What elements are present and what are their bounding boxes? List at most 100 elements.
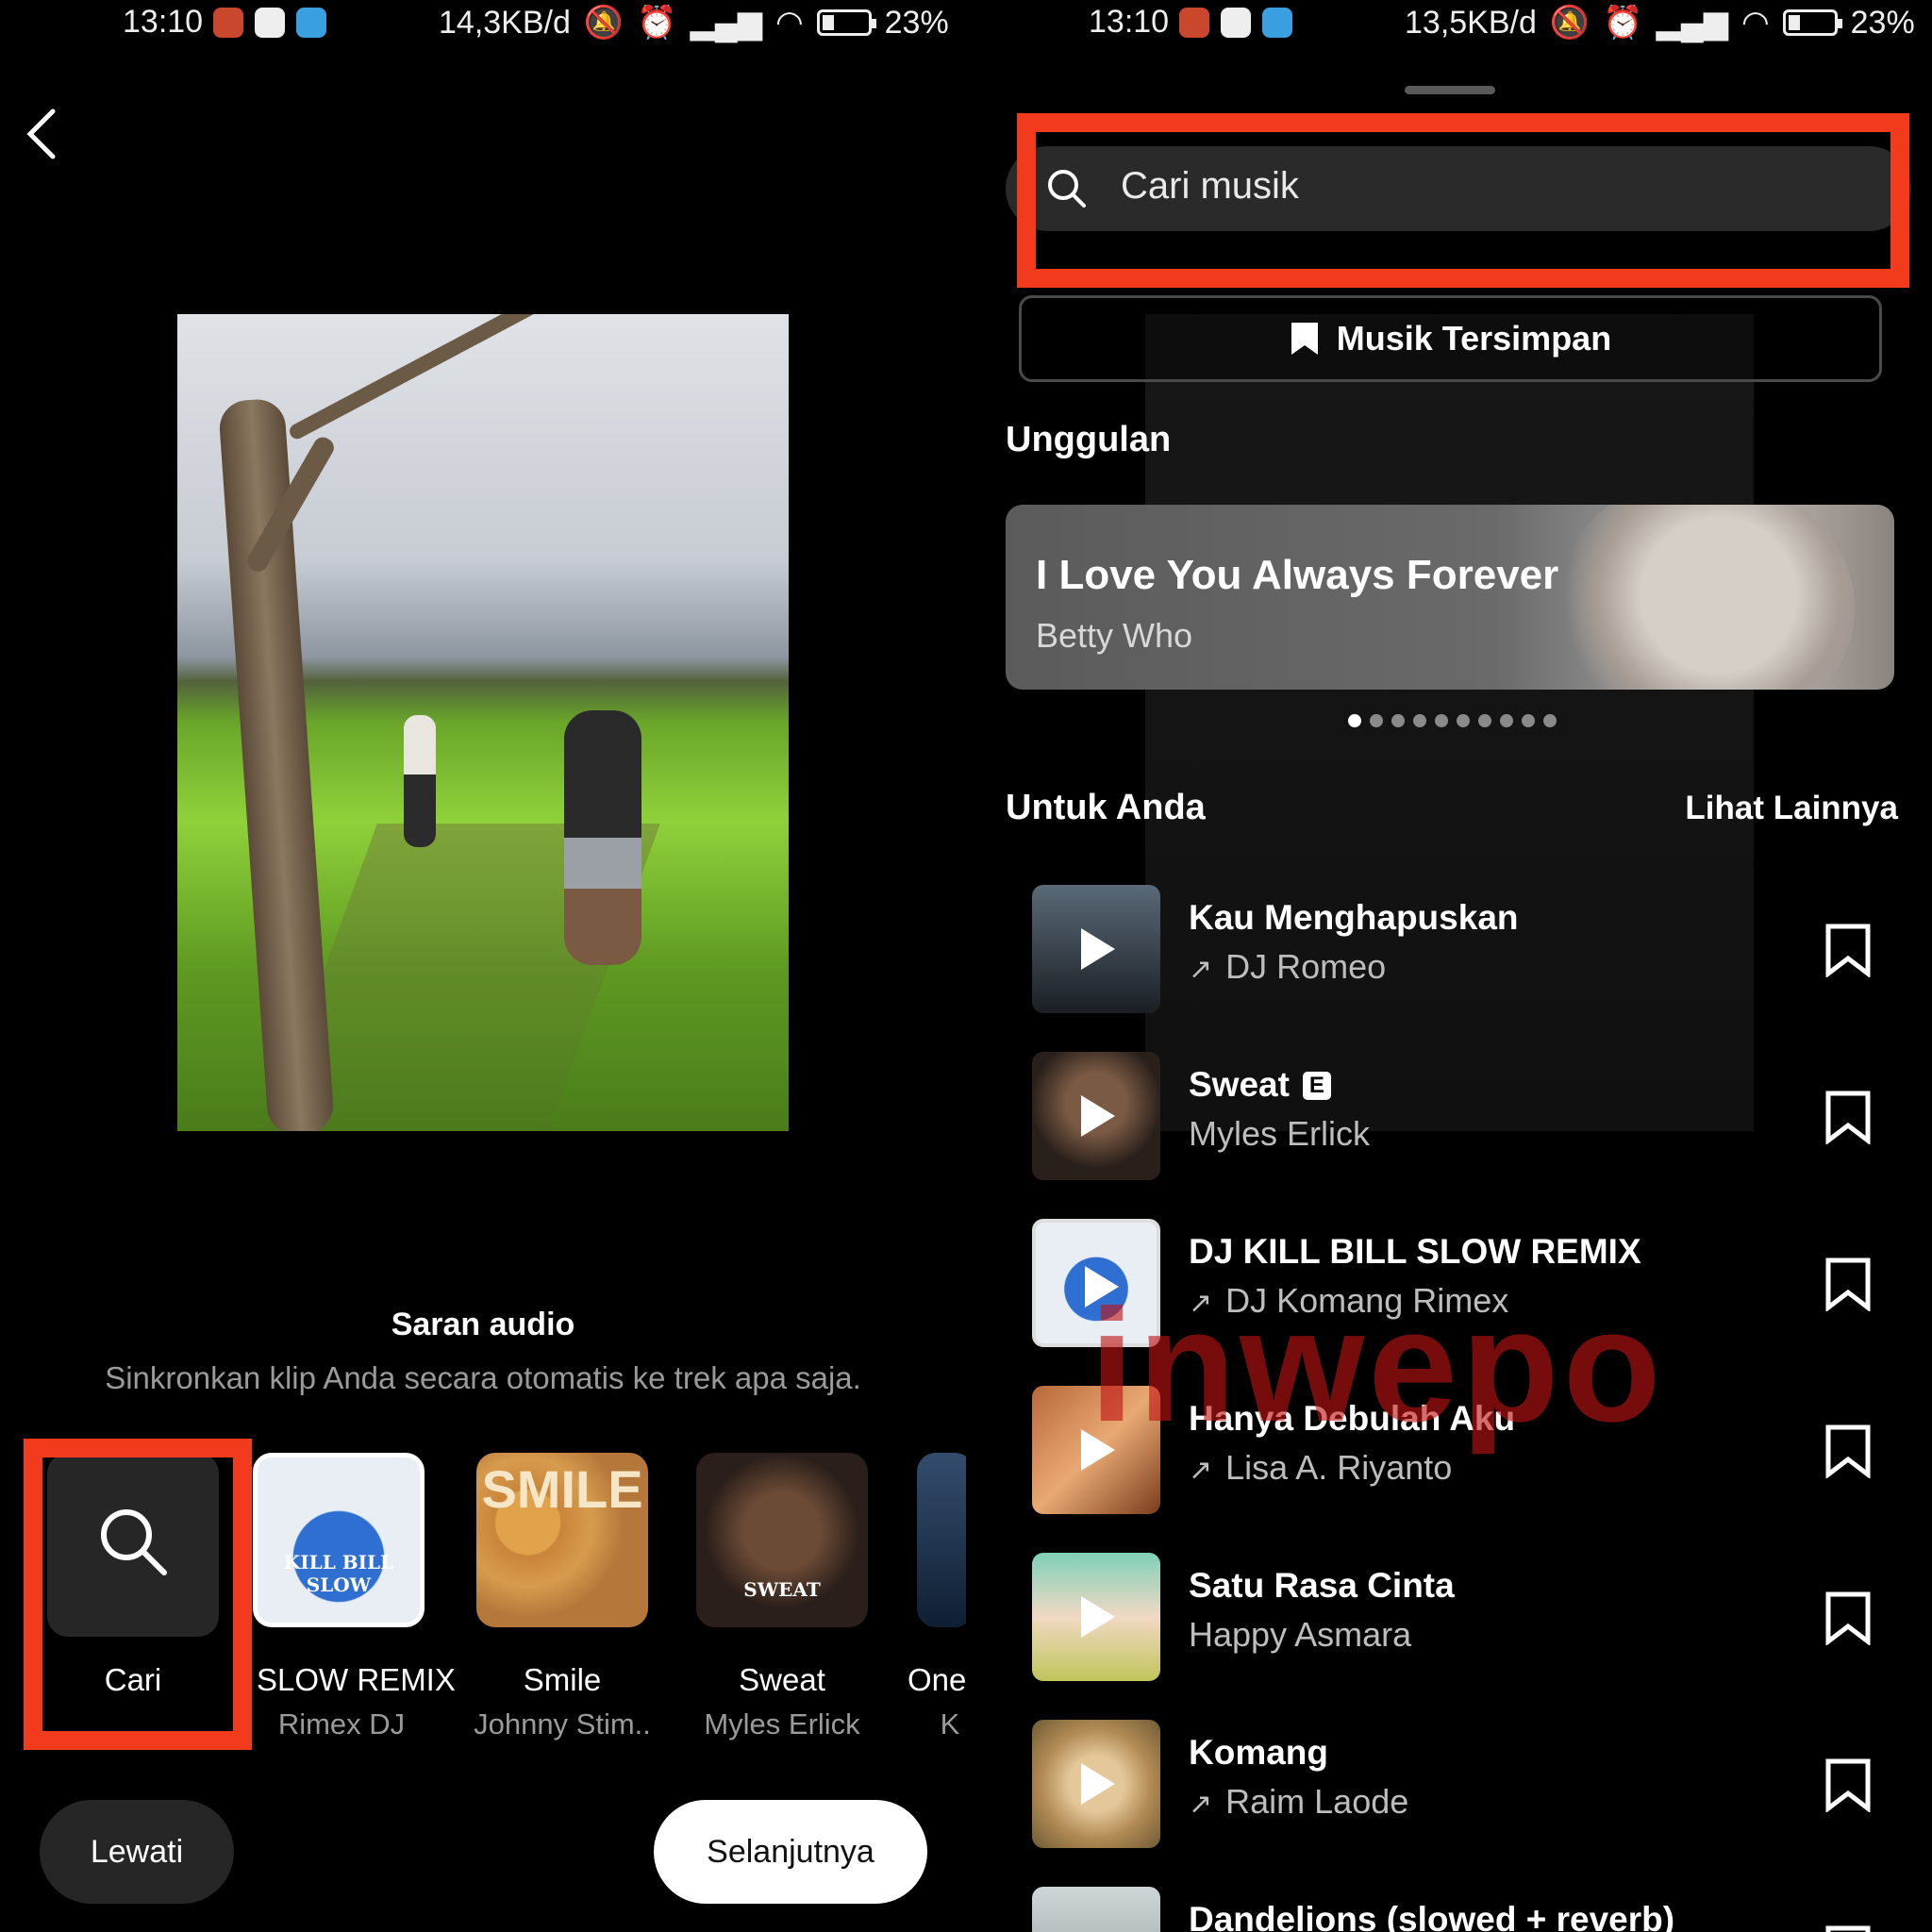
highlight-box [1017,113,1909,288]
track-title: Hanya Debulah Aku [1189,1399,1516,1438]
for-you-heading: Untuk Anda [1006,788,1206,827]
play-icon[interactable] [1085,1266,1119,1307]
battery-level: 23% [884,4,949,41]
mute-icon: 🔕 [1549,5,1591,41]
signal-icon: ▂▄▆ [1656,5,1728,41]
sheet-drag-handle[interactable] [1405,86,1495,94]
bookmark-icon[interactable] [1824,1757,1872,1812]
suggestion-title: SLOW REMIX [257,1662,456,1697]
play-icon[interactable] [1081,1095,1115,1137]
suggestion-artist: Johnny Stim.. [474,1707,651,1740]
status-bar: 13:10 14,3KB/d 🔕 ⏰ ▂▄▆ ◠ 23% [0,0,966,45]
play-icon[interactable] [1081,928,1115,970]
status-time: 13:10 [1089,4,1170,40]
play-icon[interactable] [1081,1429,1115,1471]
wifi-icon: ◠ [774,5,804,41]
highlight-box [24,1439,252,1750]
trending-arrow-icon: ↗ [1189,1288,1213,1319]
trending-arrow-icon: ↗ [1189,954,1213,985]
see-more-link[interactable]: Lihat Lainnya [1685,790,1898,827]
play-icon[interactable] [1081,1763,1115,1805]
saved-music-label: Musik Tersimpan [1336,319,1612,358]
net-speed: 14,3KB/d [439,4,571,41]
app-notification-icon [213,8,243,38]
bookmark-icon[interactable] [1824,1090,1872,1144]
suggestion-title: Smile [523,1662,602,1697]
featured-heading: Unggulan [1006,420,1172,459]
bookmark-icon [1291,323,1318,355]
track-row[interactable]: Sweat E Myles Erlick [1032,1052,1909,1184]
signal-icon: ▂▄▆ [690,5,762,41]
saved-music-button[interactable]: Musik Tersimpan [1019,295,1882,382]
track-artist: Myles Erlick [1189,1114,1371,1153]
track-artist: Happy Asmara [1189,1615,1412,1654]
track-title: Dandelions (slowed + reverb) [1189,1900,1675,1932]
track-row[interactable]: Hanya Debulah Aku ↗ Lisa A. Riyanto [1032,1386,1909,1518]
thumb-text: KILL BILL SLOW [283,1551,394,1596]
track-title: Satu Rasa Cinta [1189,1566,1455,1605]
next-button[interactable]: Selanjutnya [654,1800,927,1904]
featured-banner[interactable]: I Love You Always Forever Betty Who [1006,505,1894,690]
net-speed: 13,5KB/d [1405,4,1537,41]
track-artist: ↗ DJ Komang Rimex [1189,1281,1509,1320]
suggestion-thumb-one[interactable] [917,1453,966,1627]
capcut-icon [255,8,285,38]
suggestion-thumb-sweat[interactable]: SWEAT [696,1453,868,1627]
status-time: 13:10 [123,4,204,40]
suggestion-title: Sweat [739,1662,825,1697]
trending-arrow-icon: ↗ [1189,1455,1213,1486]
suggestion-artist: Myles Erlick [704,1707,860,1740]
alarm-icon: ⏰ [637,5,677,41]
audio-suggestion-subtitle: Sinkronkan klip Anda secara otomatis ke … [105,1360,861,1395]
thumb-text: SWEAT [743,1578,821,1601]
album-art [1032,1386,1160,1514]
bookmark-icon[interactable] [1824,1424,1872,1478]
track-row[interactable]: Komang ↗ Raim Laode [1032,1720,1909,1852]
battery-level: 23% [1850,4,1915,41]
track-row[interactable]: Kau Menghapuskan ↗ DJ Romeo [1032,885,1909,1017]
track-artist: ↗ DJ Romeo [1189,947,1387,986]
bookmark-icon[interactable] [1824,1924,1872,1932]
skip-button[interactable]: Lewati [40,1800,234,1904]
play-icon[interactable] [1081,1596,1115,1638]
track-artist: ↗ Raim Laode [1189,1782,1409,1821]
album-art [1032,885,1160,1013]
clip-preview-image [177,314,789,1131]
battery-icon [1782,9,1842,36]
wifi-icon: ◠ [1740,5,1770,41]
featured-artist: Betty Who [1036,616,1193,655]
notification-icons [213,8,326,38]
battery-icon [816,9,876,36]
album-art [1032,1887,1160,1932]
back-arrow-icon[interactable] [21,106,62,162]
trending-arrow-icon: ↗ [1189,1789,1213,1820]
explicit-badge: E [1302,1072,1331,1100]
album-art [1032,1553,1160,1681]
status-bar: 13:10 13,5KB/d 🔕 ⏰ ▂▄▆ ◠ 23% [966,0,1932,45]
suggestion-artist: Rimex DJ [277,1707,406,1740]
gallery-icon [1262,8,1292,38]
suggestion-thumb-kill-bill[interactable]: KILL BILL SLOW [253,1453,425,1627]
track-row[interactable]: Satu Rasa Cinta Happy Asmara [1032,1553,1909,1685]
track-title: Sweat E [1189,1065,1331,1105]
alarm-icon: ⏰ [1603,5,1643,41]
music-search-sheet: 13:10 13,5KB/d 🔕 ⏰ ▂▄▆ ◠ 23% Cari musik … [966,0,1932,1932]
bookmark-icon[interactable] [1824,1591,1872,1645]
track-row[interactable]: Dandelions (slowed + reverb) [1032,1887,1909,1932]
thumb-text: SMILE [481,1459,643,1519]
bookmark-icon[interactable] [1824,923,1872,977]
track-title: Kau Menghapuskan [1189,898,1519,937]
app-notification-icon [1179,8,1209,38]
track-artist: ↗ Lisa A. Riyanto [1189,1448,1453,1487]
suggestion-artist: K [940,1707,960,1740]
album-art [1032,1720,1160,1848]
capcut-icon [1221,8,1251,38]
notification-icons [1179,8,1292,38]
album-art [1032,1219,1160,1347]
suggestion-thumb-smile[interactable]: SMILE [476,1453,648,1627]
track-row[interactable]: DJ KILL BILL SLOW REMIX ↗ DJ Komang Rimex [1032,1219,1909,1351]
album-art [1032,1052,1160,1180]
track-title: Komang [1189,1733,1328,1772]
audio-suggestion-screen: 13:10 14,3KB/d 🔕 ⏰ ▂▄▆ ◠ 23% Saran audio… [0,0,966,1932]
bookmark-icon[interactable] [1824,1257,1872,1311]
